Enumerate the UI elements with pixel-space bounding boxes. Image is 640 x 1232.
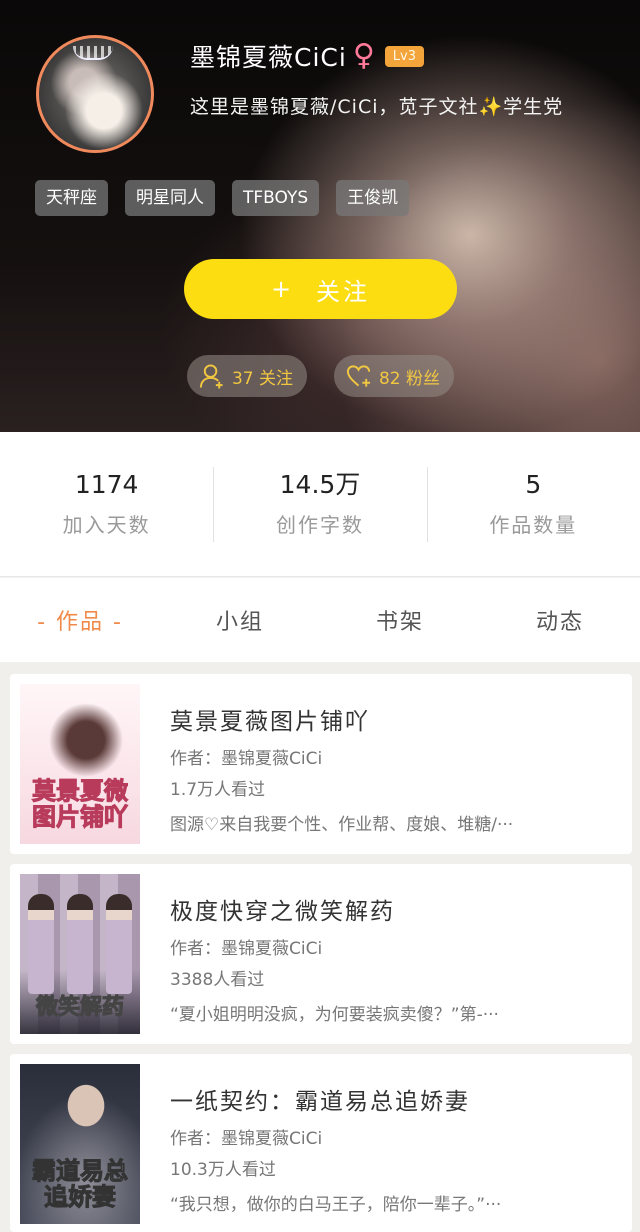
tag-item[interactable]: 天秤座 xyxy=(35,180,108,216)
work-views: 3388人看过 xyxy=(170,970,265,990)
work-author: 作者：墨锦夏薇CiCi xyxy=(170,939,323,959)
work-card[interactable]: 霸道易总 追娇妻 一纸契约：霸道易总追娇妻 作者：墨锦夏薇CiCi 10.3万人… xyxy=(10,1054,632,1232)
stat-value: 5 xyxy=(525,469,542,499)
tab-works[interactable]: - 作品 - xyxy=(0,604,160,636)
stat-word-count: 14.5万 创作字数 xyxy=(213,466,426,542)
cover-title: 莫景夏微 图片铺吖 xyxy=(32,776,129,831)
tag-item[interactable]: 明星同人 xyxy=(125,180,215,216)
stat-label: 创作字数 xyxy=(275,512,364,537)
plus-icon: + xyxy=(270,275,295,303)
cover-title: 微笑解药 xyxy=(35,994,124,1021)
user-add-icon xyxy=(199,364,223,389)
work-title[interactable]: 极度快穿之微笑解药 xyxy=(170,892,395,926)
tag-item[interactable]: TFBOYS xyxy=(232,180,320,216)
fans-count-button[interactable]: 82 粉丝 xyxy=(334,355,454,397)
female-icon: ♀ xyxy=(352,38,375,73)
work-description: “夏小姐明明没疯，为何要装疯卖傻？”第-··· xyxy=(170,1005,499,1025)
work-title[interactable]: 莫景夏薇图片铺吖 xyxy=(170,702,370,736)
heart-add-icon xyxy=(346,365,371,387)
work-views: 10.3万人看过 xyxy=(170,1160,276,1180)
work-title[interactable]: 一纸契约：霸道易总追娇妻 xyxy=(170,1082,470,1116)
stat-value: 14.5万 xyxy=(279,469,361,499)
cover-title: 霸道易总 追娇妻 xyxy=(32,1156,129,1211)
work-card[interactable]: 莫景夏微 图片铺吖 莫景夏薇图片铺吖 作者：墨锦夏薇CiCi 1.7万人看过 图… xyxy=(10,674,632,854)
work-card[interactable]: 微笑解药 极度快穿之微笑解药 作者：墨锦夏薇CiCi 3388人看过 “夏小姐明… xyxy=(10,864,632,1044)
works-list: 莫景夏微 图片铺吖 莫景夏薇图片铺吖 作者：墨锦夏薇CiCi 1.7万人看过 图… xyxy=(0,662,640,1232)
stat-works-count: 5 作品数量 xyxy=(426,466,640,542)
tab-groups[interactable]: 小组 xyxy=(160,604,320,636)
stat-join-days: 1174 加入天数 xyxy=(0,467,213,542)
work-views: 1.7万人看过 xyxy=(170,780,266,800)
stat-label: 加入天数 xyxy=(62,512,151,537)
tag-list: 天秤座 明星同人 TFBOYS 王俊凯 xyxy=(35,180,410,216)
book-cover[interactable]: 微笑解药 xyxy=(20,874,140,1034)
profile-tabs: - 作品 - 小组 书架 动态 xyxy=(0,578,640,662)
cover-figure xyxy=(28,894,54,994)
work-author: 作者：墨锦夏薇CiCi xyxy=(170,749,323,769)
fans-count: 82 粉丝 xyxy=(378,368,440,389)
level-badge: Lv3 xyxy=(384,45,425,67)
following-count: 37 关注 xyxy=(231,368,293,389)
work-description: 图源♡来自我要个性、作业帮、度娘、堆糖/··· xyxy=(170,815,514,835)
cover-figure xyxy=(106,894,132,994)
stat-value: 1174 xyxy=(74,469,139,499)
stat-label: 作品数量 xyxy=(489,512,578,537)
book-cover[interactable]: 霸道易总 追娇妻 xyxy=(20,1064,140,1224)
avatar[interactable] xyxy=(36,35,154,153)
cover-figure xyxy=(67,894,93,994)
tag-item[interactable]: 王俊凯 xyxy=(336,180,410,216)
bio: 这里是墨锦夏薇/CiCi，苋子文社✨学生党 xyxy=(190,96,564,118)
stats-bar: 1174 加入天数 14.5万 创作字数 5 作品数量 xyxy=(0,432,640,577)
follow-button-label: 关注 xyxy=(316,277,371,306)
book-cover[interactable]: 莫景夏微 图片铺吖 xyxy=(20,684,140,844)
tiara-decoration xyxy=(73,46,113,60)
follow-button[interactable]: + 关注 xyxy=(184,259,457,319)
username-row: 墨锦夏薇CiCi ♀ Lv3 xyxy=(190,36,425,76)
following-count-button[interactable]: 37 关注 xyxy=(187,355,307,397)
work-description: “我只想，做你的白马王子，陪你一辈子。”··· xyxy=(170,1195,502,1215)
tab-bookshelf[interactable]: 书架 xyxy=(320,604,480,636)
tab-activity[interactable]: 动态 xyxy=(480,604,640,636)
work-author: 作者：墨锦夏薇CiCi xyxy=(170,1129,323,1149)
profile-header: 墨锦夏薇CiCi ♀ Lv3 这里是墨锦夏薇/CiCi，苋子文社✨学生党 天秤座… xyxy=(0,0,640,432)
username: 墨锦夏薇CiCi xyxy=(190,43,347,72)
